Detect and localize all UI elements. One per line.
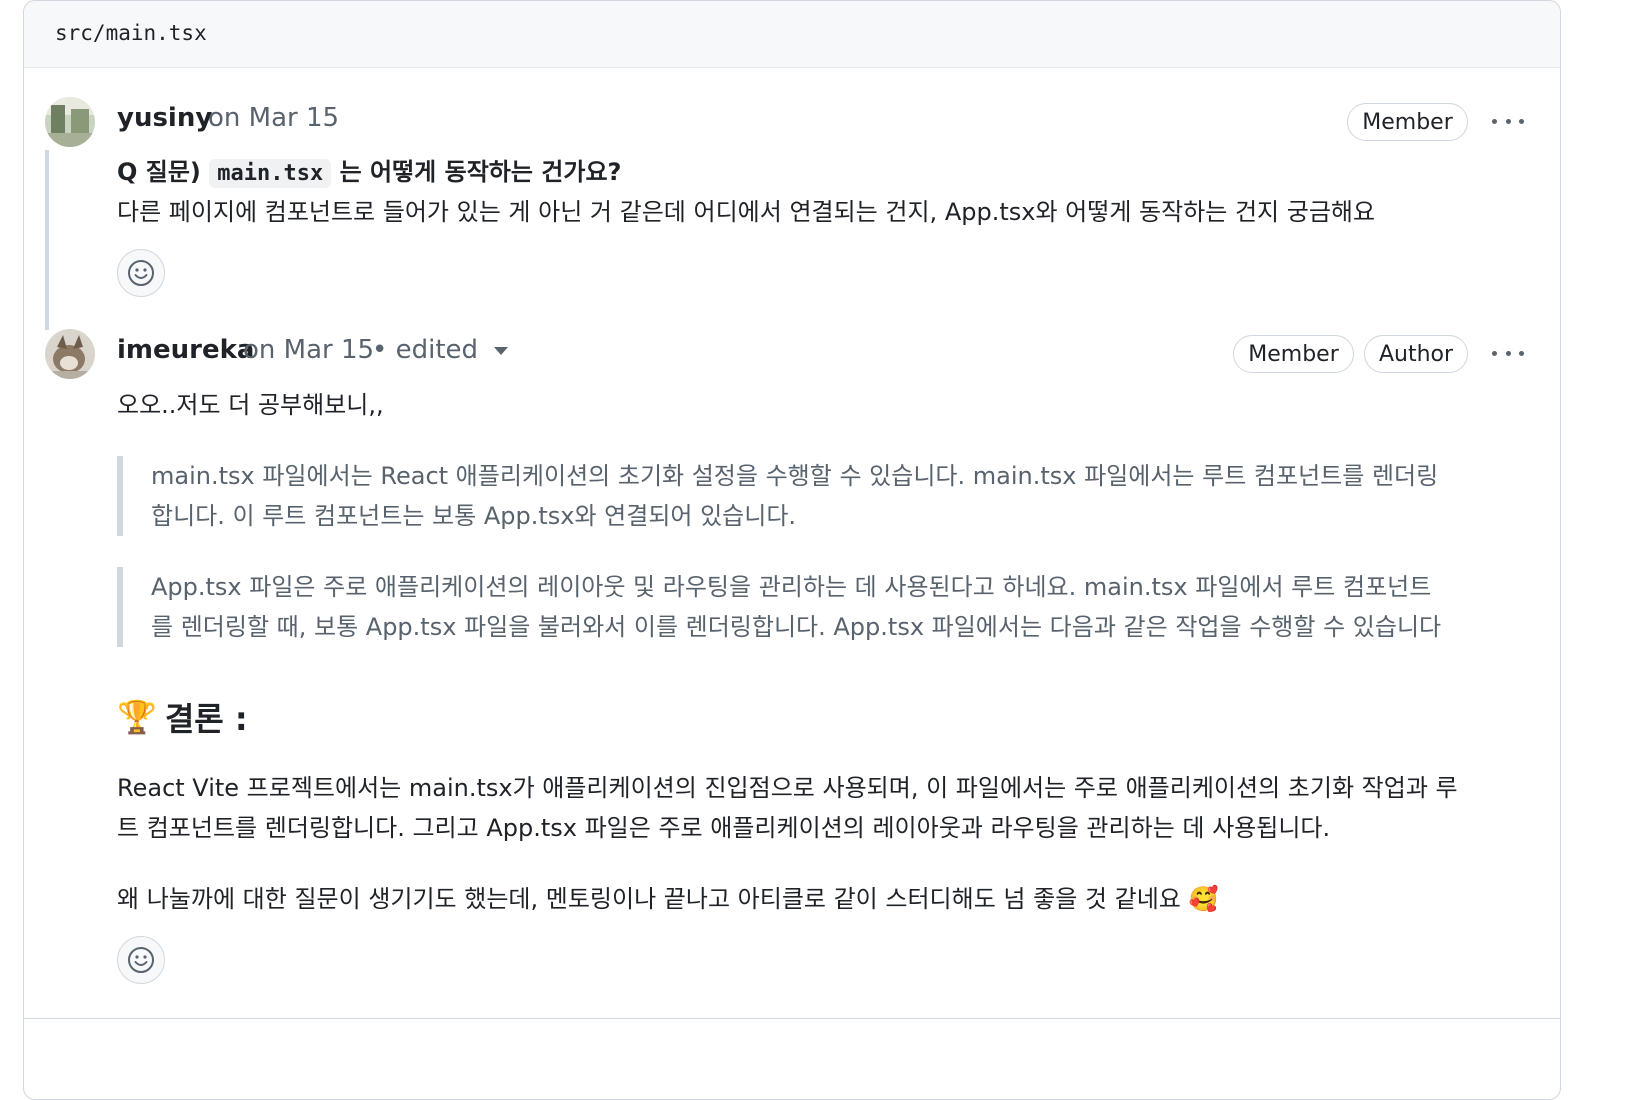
- avatar-yusiny[interactable]: [45, 97, 95, 147]
- conclusion-line: 트 컴포넌트를 렌더링합니다. 그리고 App.tsx 파일은 주로 애플리케이…: [117, 814, 1331, 842]
- question-line: Q 질문) main.tsx 는 어떻게 동작하는 건가요?: [117, 152, 621, 194]
- question-prefix: Q 질문): [117, 158, 201, 186]
- comment-author-link[interactable]: yusiny: [117, 103, 212, 133]
- edited-dropdown[interactable]: • edited: [372, 335, 509, 365]
- conclusion-line: React Vite 프로젝트에서는 main.tsx가 애플리케이션의 진입점…: [117, 774, 1458, 802]
- member-badge: Member: [1233, 335, 1354, 373]
- comment-body: 다른 페이지에 컴포넌트로 들어가 있는 게 아닌 거 같은데 어디에서 연결되…: [117, 198, 1376, 226]
- comment-timestamp[interactable]: on Mar 15: [208, 103, 339, 133]
- closing-text: 왜 나눌까에 대한 질문이 생기기도 했는데, 멘토링이나 끝나고 아티클로 같…: [117, 885, 1181, 913]
- comment-intro: 오오..저도 더 공부해보니,,: [117, 391, 384, 419]
- file-header: src/main.tsx: [24, 1, 1560, 68]
- comment-timestamp[interactable]: on Mar 15: [243, 335, 374, 365]
- heading-text: 결론 :: [164, 700, 248, 738]
- kebab-horizontal-icon[interactable]: [1488, 109, 1528, 133]
- trophy-icon: 🏆: [117, 698, 157, 736]
- smiley-icon[interactable]: [117, 249, 165, 297]
- inline-code: main.tsx: [209, 159, 332, 188]
- closing-line: 왜 나눌까에 대한 질문이 생기기도 했는데, 멘토링이나 끝나고 아티클로 같…: [117, 879, 1218, 919]
- thread-connector-line: [45, 150, 49, 330]
- comment-author-link[interactable]: imeureka: [117, 335, 254, 365]
- author-badge: Author: [1364, 335, 1468, 373]
- quote-line: 를 렌더링할 때, 보통 App.tsx 파일을 불러와서 이를 렌더링합니다.…: [151, 613, 1442, 641]
- smiling-hearts-icon: 🥰: [1188, 885, 1219, 913]
- blockquote-2: App.tsx 파일은 주로 애플리케이션의 레이아웃 및 라우팅을 관리하는 …: [117, 567, 1517, 647]
- blockquote-1: main.tsx 파일에서는 React 애플리케이션의 초기화 설정을 수행할…: [117, 456, 1517, 536]
- quote-line: main.tsx 파일에서는 React 애플리케이션의 초기화 설정을 수행할…: [151, 462, 1439, 490]
- edited-label: • edited: [372, 335, 479, 365]
- quote-line: App.tsx 파일은 주로 애플리케이션의 레이아웃 및 라우팅을 관리하는 …: [151, 573, 1432, 601]
- file-path[interactable]: src/main.tsx: [55, 21, 207, 45]
- conclusion-heading: 🏆 결론 :: [117, 694, 248, 740]
- thread-divider: [23, 1018, 1561, 1019]
- kebab-horizontal-icon[interactable]: [1488, 341, 1528, 365]
- avatar-imeureka[interactable]: [45, 329, 95, 379]
- member-badge: Member: [1347, 103, 1468, 141]
- smiley-icon[interactable]: [117, 936, 165, 984]
- chevron-down-icon: [494, 346, 509, 355]
- question-suffix: 는 어떻게 동작하는 건가요?: [339, 158, 622, 186]
- quote-line: 합니다. 이 루트 컴포넌트는 보통 App.tsx와 연결되어 있습니다.: [151, 502, 797, 530]
